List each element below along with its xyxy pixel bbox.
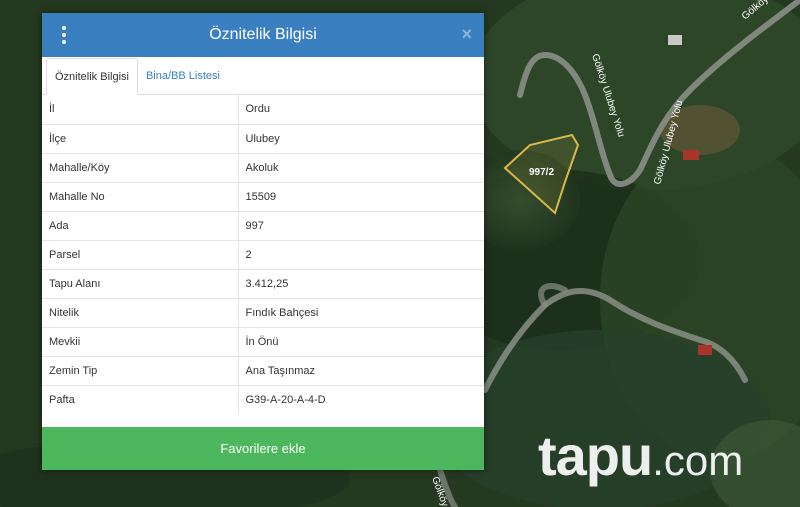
attribute-key: Mahalle No bbox=[42, 181, 239, 211]
table-row: Zemin Tip Ana Taşınmaz bbox=[42, 355, 484, 385]
attribute-key: Tapu Alanı bbox=[42, 268, 239, 298]
attribute-key: Mevkii bbox=[42, 326, 239, 356]
attribute-value: 2 bbox=[238, 239, 484, 269]
attribute-key: Parsel bbox=[42, 239, 239, 269]
attribute-value: Ulubey bbox=[238, 123, 484, 153]
table-row: Mahalle No 15509 bbox=[42, 181, 484, 211]
attribute-key: İlçe bbox=[42, 123, 239, 153]
logo-main: tapu bbox=[538, 424, 653, 487]
table-row: İlçe Ulubey bbox=[42, 123, 484, 153]
add-to-favorites-button[interactable]: Favorilere ekle bbox=[42, 427, 484, 470]
attribute-value: 15509 bbox=[238, 181, 484, 211]
attribute-value: Akoluk bbox=[238, 152, 484, 182]
roof-icon bbox=[683, 150, 699, 160]
attribute-table: İl Ordu İlçe Ulubey Mahalle/Köy Akoluk M… bbox=[42, 95, 484, 414]
table-row: Tapu Alanı 3.412,25 bbox=[42, 268, 484, 298]
attribute-value: İn Önü bbox=[238, 326, 484, 356]
table-row: İl Ordu bbox=[42, 95, 484, 124]
tab-attribute-info[interactable]: Öznitelik Bilgisi bbox=[46, 58, 138, 95]
table-row: Nitelik Fındık Bahçesi bbox=[42, 297, 484, 327]
table-row: Mahalle/Köy Akoluk bbox=[42, 152, 484, 182]
tab-bar: Öznitelik Bilgisi Bina/BB Listesi bbox=[42, 57, 484, 95]
panel-title: Öznitelik Bilgisi bbox=[209, 26, 317, 43]
attribute-key: İl bbox=[42, 95, 239, 124]
tapu-logo: tapu.com bbox=[538, 423, 743, 488]
attribute-value: Ana Taşınmaz bbox=[238, 355, 484, 385]
table-row: Ada 997 bbox=[42, 210, 484, 240]
table-row: Pafta G39-A-20-A-4-D bbox=[42, 384, 484, 414]
table-row: Parsel 2 bbox=[42, 239, 484, 269]
attribute-value: Fındık Bahçesi bbox=[238, 297, 484, 327]
kebab-menu-icon[interactable] bbox=[56, 23, 72, 47]
table-row: Mevkii İn Önü bbox=[42, 326, 484, 356]
attribute-key: Pafta bbox=[42, 384, 239, 414]
attribute-key: Zemin Tip bbox=[42, 355, 239, 385]
attribute-key: Nitelik bbox=[42, 297, 239, 327]
parcel-label: 997/2 bbox=[529, 167, 554, 178]
attribute-key: Mahalle/Köy bbox=[42, 152, 239, 182]
logo-suffix: .com bbox=[652, 437, 744, 484]
panel-header: Öznitelik Bilgisi × bbox=[42, 13, 484, 57]
attribute-value: Ordu bbox=[245, 103, 270, 116]
attribute-value: G39-A-20-A-4-D bbox=[238, 384, 484, 414]
attribute-panel: Öznitelik Bilgisi × Öznitelik Bilgisi Bi… bbox=[42, 13, 484, 470]
attribute-key: Ada bbox=[42, 210, 239, 240]
attribute-value: 997 bbox=[238, 210, 484, 240]
roof-icon bbox=[698, 345, 712, 355]
close-icon[interactable]: × bbox=[461, 24, 472, 44]
attribute-value: 3.412,25 bbox=[238, 268, 484, 298]
tab-building-list[interactable]: Bina/BB Listesi bbox=[138, 58, 228, 94]
roof-icon bbox=[668, 35, 682, 45]
